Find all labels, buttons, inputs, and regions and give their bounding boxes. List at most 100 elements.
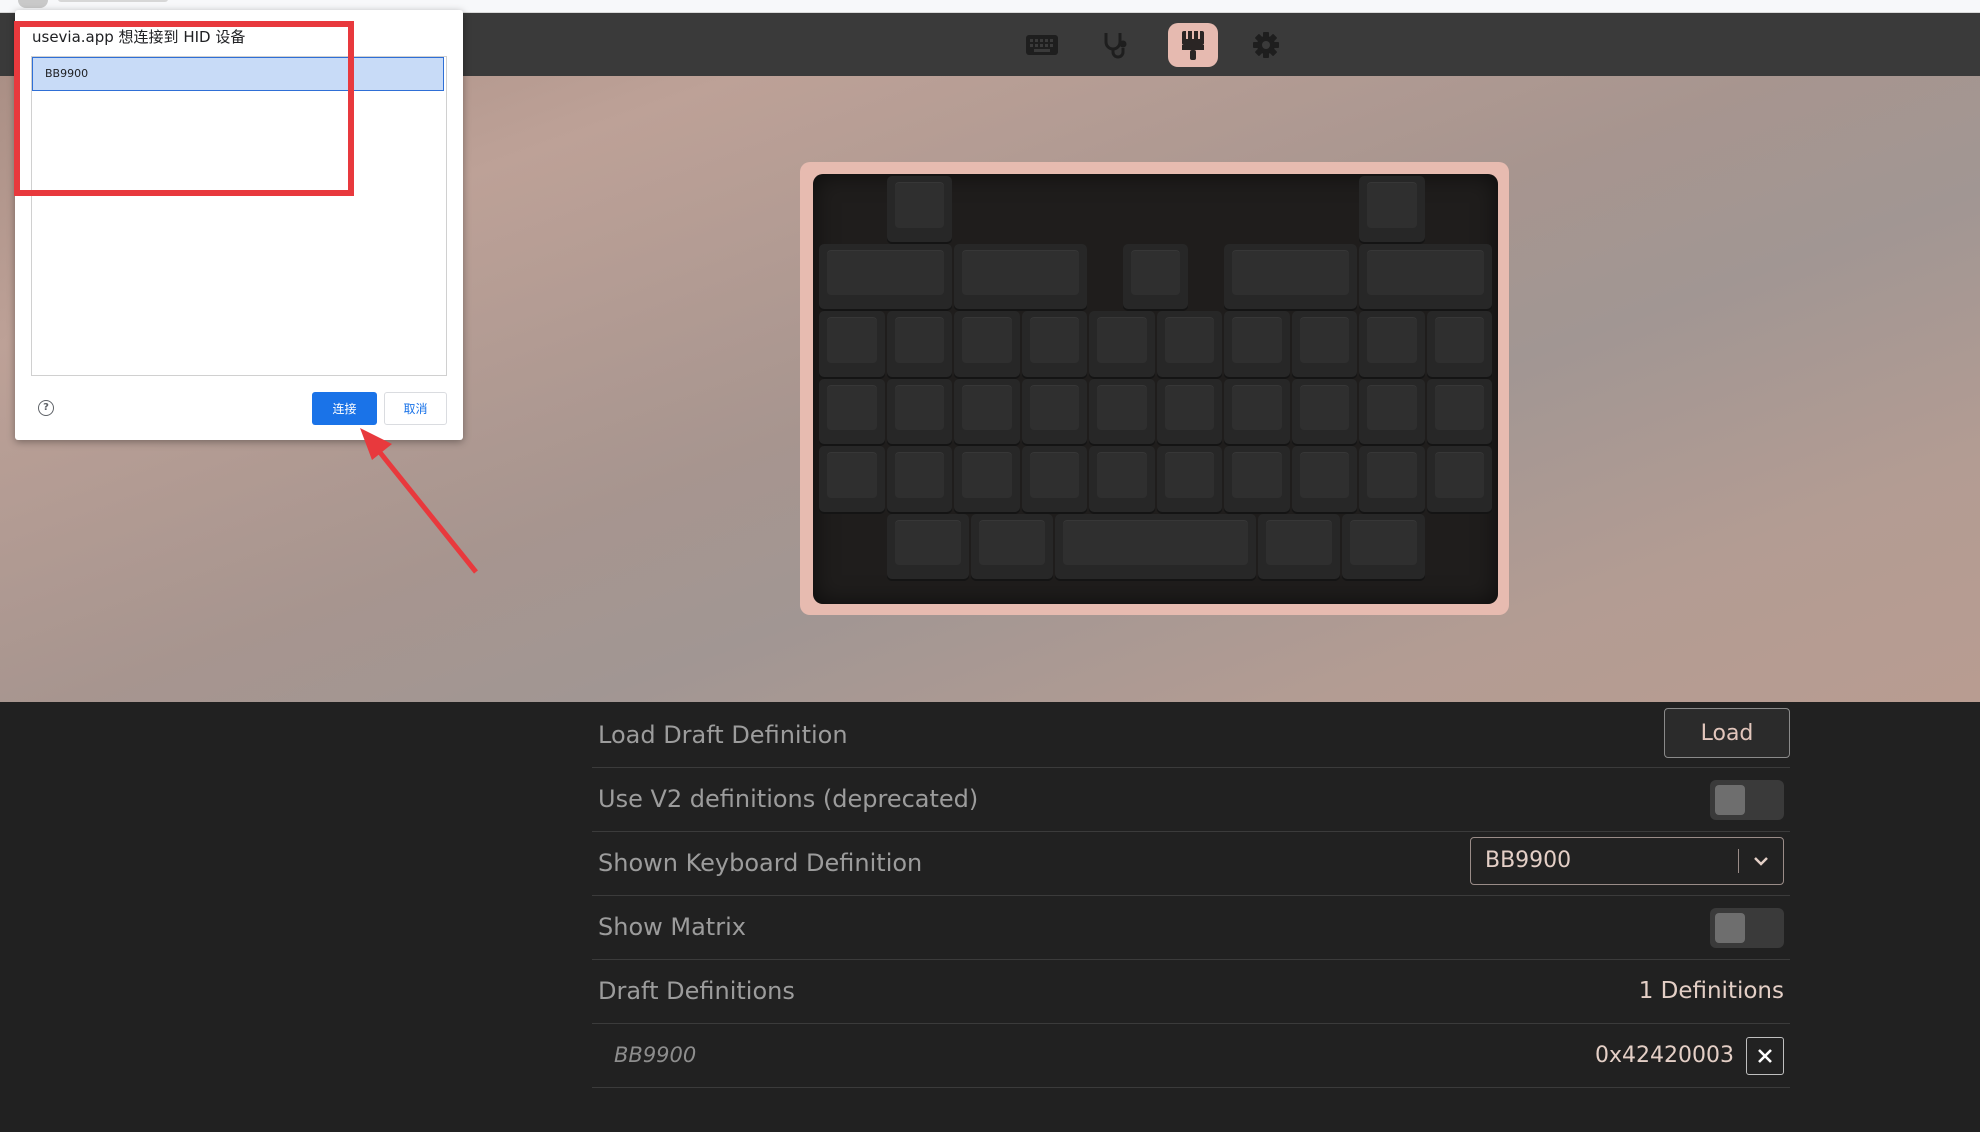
toggle-knob	[1715, 913, 1745, 943]
keycap-top	[1434, 452, 1484, 498]
keycap[interactable]	[1291, 446, 1357, 512]
show-matrix-toggle[interactable]	[1710, 908, 1784, 948]
keycap[interactable]	[886, 176, 952, 242]
keycap[interactable]	[1021, 311, 1087, 377]
keycap[interactable]	[1089, 378, 1155, 444]
keycap[interactable]	[1426, 446, 1492, 512]
gear-icon	[1253, 32, 1279, 58]
browser-tab-favicon[interactable]	[18, 0, 48, 8]
load-draft-label: Load Draft Definition	[598, 721, 848, 749]
keycap[interactable]	[954, 378, 1020, 444]
keycap[interactable]	[1089, 311, 1155, 377]
keycap-top	[1299, 384, 1349, 430]
remove-definition-button[interactable]	[1746, 1037, 1784, 1075]
show-matrix-label: Show Matrix	[598, 913, 746, 941]
keycap[interactable]	[1359, 311, 1425, 377]
keycap-top	[1232, 452, 1282, 498]
cancel-button[interactable]: 取消	[384, 392, 447, 425]
keycap[interactable]	[1224, 243, 1357, 309]
keycap[interactable]	[1342, 513, 1425, 579]
load-draft-row: Load Draft Definition Load	[592, 704, 1790, 768]
keycap-top	[1097, 384, 1147, 430]
keycap[interactable]	[954, 446, 1020, 512]
configure-keyboard-nav-button[interactable]	[1017, 23, 1067, 67]
keycap[interactable]	[1224, 446, 1290, 512]
keycap-top	[1029, 384, 1079, 430]
device-list[interactable]: BB9900	[31, 56, 447, 376]
keycap-top	[1265, 519, 1333, 565]
draft-definitions-row: Draft Definitions 1 Definitions	[592, 960, 1790, 1024]
keycap[interactable]	[1426, 311, 1492, 377]
shown-definition-select[interactable]: BB9900	[1470, 837, 1784, 885]
keycap-top	[1350, 519, 1417, 565]
device-list-item[interactable]: BB9900	[32, 57, 444, 91]
keycap[interactable]	[1291, 311, 1357, 377]
keycap[interactable]	[954, 243, 1087, 309]
keycap[interactable]	[1426, 378, 1492, 444]
keycap-top	[1029, 317, 1079, 363]
keycap[interactable]	[1055, 513, 1256, 579]
keycap[interactable]	[1089, 446, 1155, 512]
use-v2-row: Use V2 definitions (deprecated)	[592, 768, 1790, 832]
keycap[interactable]	[970, 513, 1054, 579]
keycap[interactable]	[819, 446, 885, 512]
use-v2-toggle[interactable]	[1710, 780, 1784, 820]
keycap[interactable]	[1257, 513, 1341, 579]
definition-entry-row: BB9900 0x42420003	[592, 1024, 1790, 1088]
keycap[interactable]	[1359, 176, 1425, 242]
keycap[interactable]	[886, 513, 969, 579]
keycap[interactable]	[1224, 311, 1290, 377]
paintbrush-icon	[1182, 31, 1204, 60]
keycap[interactable]	[1021, 378, 1087, 444]
keycap-top	[962, 249, 1079, 295]
keycap[interactable]	[1224, 378, 1290, 444]
keycap-top	[1367, 249, 1484, 295]
keyboard-icon	[1026, 35, 1058, 55]
keycap-top	[894, 182, 944, 228]
question-circle-icon[interactable]: ?	[38, 400, 54, 416]
keycap[interactable]	[1359, 378, 1425, 444]
keycap[interactable]	[886, 378, 952, 444]
keycap-top	[962, 452, 1012, 498]
connect-button[interactable]: 连接	[312, 392, 377, 425]
keycap[interactable]	[954, 311, 1020, 377]
keycap[interactable]	[886, 446, 952, 512]
keyboard-plate	[813, 174, 1498, 604]
keycap-top	[1029, 452, 1079, 498]
keycap-top	[894, 317, 944, 363]
keycap-top	[827, 384, 877, 430]
hid-device-chooser-dialog: usevia.app 想连接到 HID 设备 BB9900 ? 连接 取消	[15, 10, 463, 440]
keycap[interactable]	[819, 311, 885, 377]
keycap-top	[1434, 317, 1484, 363]
keycap-top	[827, 249, 944, 295]
keycap[interactable]	[819, 243, 952, 309]
design-nav-button[interactable]	[1168, 23, 1218, 67]
keycap[interactable]	[886, 311, 952, 377]
load-button[interactable]: Load	[1664, 708, 1790, 758]
keycap[interactable]	[1156, 446, 1222, 512]
browser-tab-title[interactable]	[58, 0, 168, 2]
keycap[interactable]	[1156, 378, 1222, 444]
keycap-top	[1130, 249, 1181, 295]
keycap-top	[1164, 384, 1214, 430]
keycap[interactable]	[1291, 378, 1357, 444]
test-matrix-nav-button[interactable]	[1090, 23, 1140, 67]
keycap-top	[1299, 317, 1349, 363]
keycap[interactable]	[1156, 311, 1222, 377]
keycap-top	[894, 519, 961, 565]
keycap[interactable]	[1359, 446, 1425, 512]
keycap[interactable]	[1122, 243, 1189, 309]
keycap[interactable]	[1021, 446, 1087, 512]
keycap-top	[1164, 452, 1214, 498]
keycap[interactable]	[819, 378, 885, 444]
design-settings-panel: Load Draft Definition Load Use V2 defini…	[592, 704, 1790, 1088]
select-separator	[1738, 849, 1739, 873]
toggle-knob	[1715, 785, 1745, 815]
settings-nav-button[interactable]	[1241, 23, 1291, 67]
definition-entry-id: 0x42420003	[1595, 1043, 1734, 1068]
stethoscope-icon	[1104, 33, 1127, 59]
keycap[interactable]	[1359, 243, 1492, 309]
keycap-top	[1367, 317, 1417, 363]
keycap-top	[1097, 452, 1147, 498]
keycap-top	[1367, 182, 1417, 228]
